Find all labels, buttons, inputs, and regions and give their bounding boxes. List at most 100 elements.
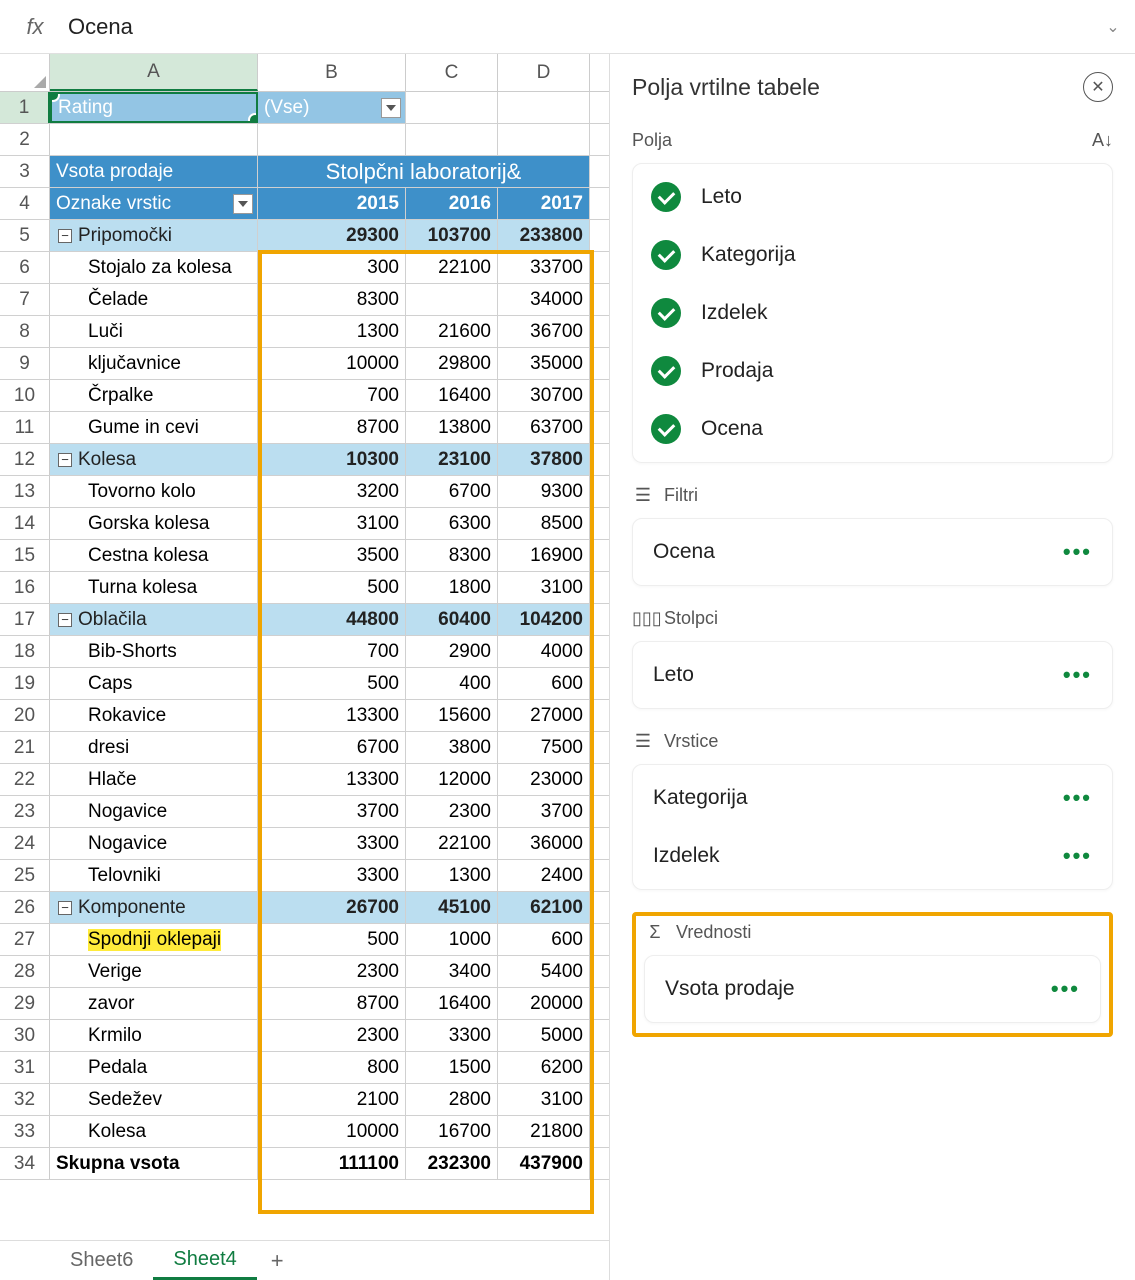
row-num[interactable]: 11 (0, 412, 50, 443)
row-label[interactable]: Pedala (50, 1052, 258, 1083)
chevron-down-icon[interactable]: ⌄ (1101, 17, 1125, 37)
field-item[interactable]: Prodaja (643, 342, 1102, 400)
cell[interactable]: 600 (498, 924, 590, 955)
col-D[interactable]: D (498, 54, 590, 91)
cell[interactable]: 6700 (258, 732, 406, 763)
cell[interactable]: 16400 (406, 988, 498, 1019)
row-num[interactable]: 30 (0, 1020, 50, 1051)
cell[interactable]: Stolpčni laboratorij& (258, 156, 590, 187)
cell[interactable]: 2015 (258, 188, 406, 219)
cell[interactable]: 62100 (498, 892, 590, 923)
cell[interactable]: 2400 (498, 860, 590, 891)
cell[interactable]: 13800 (406, 412, 498, 443)
row-label[interactable]: Nogavice (50, 828, 258, 859)
cell[interactable]: 2017 (498, 188, 590, 219)
cell[interactable]: 3700 (498, 796, 590, 827)
cell[interactable]: 3400 (406, 956, 498, 987)
cell[interactable]: 111100 (258, 1148, 406, 1179)
cell[interactable]: 27000 (498, 700, 590, 731)
cell[interactable]: 23100 (406, 444, 498, 475)
cell[interactable]: 63700 (498, 412, 590, 443)
more-icon[interactable]: ••• (1063, 785, 1092, 811)
collapse-icon[interactable]: − (58, 229, 72, 243)
row-label[interactable]: Gorska kolesa (50, 508, 258, 539)
cell[interactable]: 1300 (258, 316, 406, 347)
collapse-icon[interactable]: − (58, 613, 72, 627)
row-num[interactable]: 31 (0, 1052, 50, 1083)
cell[interactable]: 60400 (406, 604, 498, 635)
row-num[interactable]: 22 (0, 764, 50, 795)
sort-icon[interactable]: A↓ (1092, 130, 1113, 151)
formula-input[interactable]: Ocena (60, 10, 1101, 44)
row-num[interactable]: 16 (0, 572, 50, 603)
cell[interactable]: 800 (258, 1052, 406, 1083)
row-num[interactable]: 17 (0, 604, 50, 635)
row-num[interactable]: 32 (0, 1084, 50, 1115)
row-label[interactable]: Stojalo za kolesa (50, 252, 258, 283)
cell[interactable]: 16400 (406, 380, 498, 411)
cell[interactable]: 6300 (406, 508, 498, 539)
row-label[interactable]: Telovniki (50, 860, 258, 891)
cell[interactable] (498, 92, 590, 123)
cell[interactable]: 3100 (498, 572, 590, 603)
row-label[interactable]: Luči (50, 316, 258, 347)
tab-sheet6[interactable]: Sheet6 (50, 1243, 153, 1278)
cell[interactable]: 4000 (498, 636, 590, 667)
cell[interactable]: 8700 (258, 988, 406, 1019)
cell[interactable]: Vsota prodaje (50, 156, 258, 187)
row-num[interactable]: 5 (0, 220, 50, 251)
row-num[interactable]: 34 (0, 1148, 50, 1179)
row-label[interactable]: Krmilo (50, 1020, 258, 1051)
cell[interactable]: 2800 (406, 1084, 498, 1115)
cell[interactable]: 8500 (498, 508, 590, 539)
row-num[interactable]: 2 (0, 124, 50, 155)
cell[interactable]: 26700 (258, 892, 406, 923)
row-label[interactable]: Spodnji oklepaji (50, 924, 258, 955)
field-item[interactable]: Izdelek (643, 284, 1102, 342)
cell[interactable]: 103700 (406, 220, 498, 251)
cell[interactable]: 6200 (498, 1052, 590, 1083)
cell[interactable]: 29800 (406, 348, 498, 379)
cell[interactable]: 22100 (406, 828, 498, 859)
cell[interactable]: 35000 (498, 348, 590, 379)
row-label[interactable]: Kolesa (50, 1116, 258, 1147)
row-label[interactable]: Rokavice (50, 700, 258, 731)
row-label[interactable]: Gume in cevi (50, 412, 258, 443)
zone-item[interactable]: Ocena••• (643, 523, 1102, 581)
col-A[interactable]: A (50, 54, 258, 91)
more-icon[interactable]: ••• (1063, 843, 1092, 869)
cell[interactable]: 21600 (406, 316, 498, 347)
select-all-corner[interactable] (0, 54, 50, 91)
cell[interactable]: Oznake vrstic (50, 188, 258, 219)
row-label[interactable]: −Oblačila (50, 604, 258, 635)
cell[interactable]: 3500 (258, 540, 406, 571)
field-item[interactable]: Ocena (643, 400, 1102, 458)
cell[interactable]: 5000 (498, 1020, 590, 1051)
row-label[interactable]: ključavnice (50, 348, 258, 379)
cell[interactable]: 500 (258, 572, 406, 603)
row-num[interactable]: 33 (0, 1116, 50, 1147)
cell[interactable]: 10000 (258, 1116, 406, 1147)
cell[interactable]: 10000 (258, 348, 406, 379)
tab-sheet4[interactable]: Sheet4 (153, 1242, 256, 1280)
cell[interactable]: 1500 (406, 1052, 498, 1083)
row-label[interactable]: −Kolesa (50, 444, 258, 475)
cell[interactable]: 400 (406, 668, 498, 699)
grand-total-label[interactable]: Skupna vsota (50, 1148, 258, 1179)
cell[interactable]: 34000 (498, 284, 590, 315)
row-num[interactable]: 21 (0, 732, 50, 763)
row-label[interactable]: Čelade (50, 284, 258, 315)
row-label[interactable]: Sedežev (50, 1084, 258, 1115)
cell[interactable]: 3100 (258, 508, 406, 539)
row-num[interactable]: 23 (0, 796, 50, 827)
cell[interactable] (406, 284, 498, 315)
field-item[interactable]: Kategorija (643, 226, 1102, 284)
cell[interactable]: 2900 (406, 636, 498, 667)
row-label[interactable]: dresi (50, 732, 258, 763)
cell[interactable]: 37800 (498, 444, 590, 475)
row-label[interactable]: Tovorno kolo (50, 476, 258, 507)
cell[interactable]: 3300 (406, 1020, 498, 1051)
row-label[interactable]: zavor (50, 988, 258, 1019)
cell[interactable]: 8300 (406, 540, 498, 571)
cell[interactable] (406, 92, 498, 123)
